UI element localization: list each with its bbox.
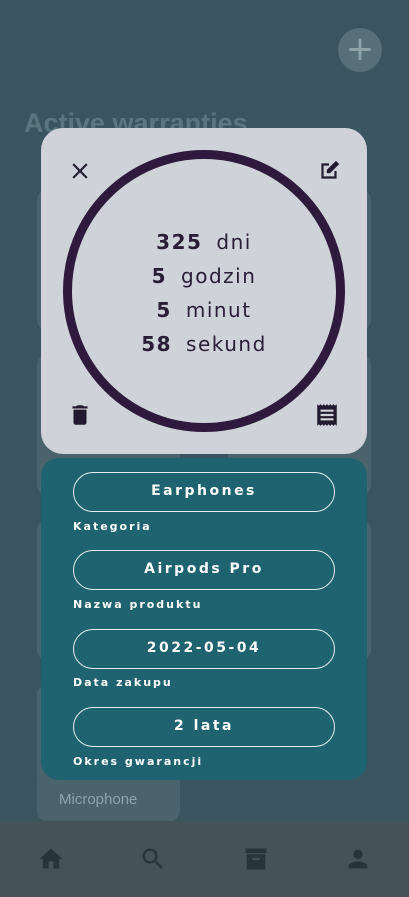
delete-button[interactable] <box>65 400 95 430</box>
warranty-card-label: Microphone <box>37 779 180 821</box>
countdown-ring <box>63 150 345 432</box>
plus-icon: + <box>345 29 375 69</box>
days-row: 325 dni <box>41 230 367 254</box>
receipt-button[interactable] <box>312 400 342 430</box>
warranty-timer-card: 325 dni 5 godzin 5 minut 58 sekund <box>41 128 367 454</box>
minutes-row: 5 minut <box>41 298 367 322</box>
hours-row: 5 godzin <box>41 264 367 288</box>
receipt-icon <box>317 404 337 426</box>
purchase-date-label: Data zakupu <box>73 676 173 689</box>
days-unit: dni <box>216 230 252 254</box>
seconds-value: 58 <box>141 332 173 356</box>
days-value: 325 <box>156 230 203 254</box>
minutes-unit: minut <box>185 298 252 322</box>
edit-button[interactable] <box>314 156 344 186</box>
nav-account-button[interactable] <box>338 839 378 879</box>
seconds-row: 58 sekund <box>41 332 367 356</box>
home-icon <box>39 848 63 869</box>
search-icon <box>142 848 164 869</box>
nav-search-button[interactable] <box>133 839 173 879</box>
close-button[interactable] <box>65 156 95 186</box>
nav-archive-button[interactable] <box>236 839 276 879</box>
purchase-date-field[interactable]: 2022-05-04 <box>73 629 335 669</box>
archive-icon <box>245 848 267 870</box>
trash-icon <box>72 405 88 425</box>
category-label: Kategoria <box>73 520 152 533</box>
product-name-field[interactable]: Airpods Pro <box>73 550 335 590</box>
account-icon <box>348 849 368 869</box>
close-icon <box>72 163 88 179</box>
warranty-period-field[interactable]: 2 lata <box>73 707 335 747</box>
hours-unit: godzin <box>181 264 257 288</box>
product-name-label: Nazwa produktu <box>73 598 203 611</box>
bottom-navigation <box>0 821 409 897</box>
warranty-details-panel: Earphones Kategoria Airpods Pro Nazwa pr… <box>41 458 367 780</box>
add-warranty-button[interactable]: + <box>338 28 382 72</box>
minutes-value: 5 <box>156 298 172 322</box>
hours-value: 5 <box>151 264 168 288</box>
seconds-unit: sekund <box>186 332 267 356</box>
warranty-period-label: Okres gwarancji <box>73 755 204 768</box>
edit-icon <box>321 160 340 179</box>
nav-home-button[interactable] <box>31 839 71 879</box>
category-field[interactable]: Earphones <box>73 472 335 512</box>
